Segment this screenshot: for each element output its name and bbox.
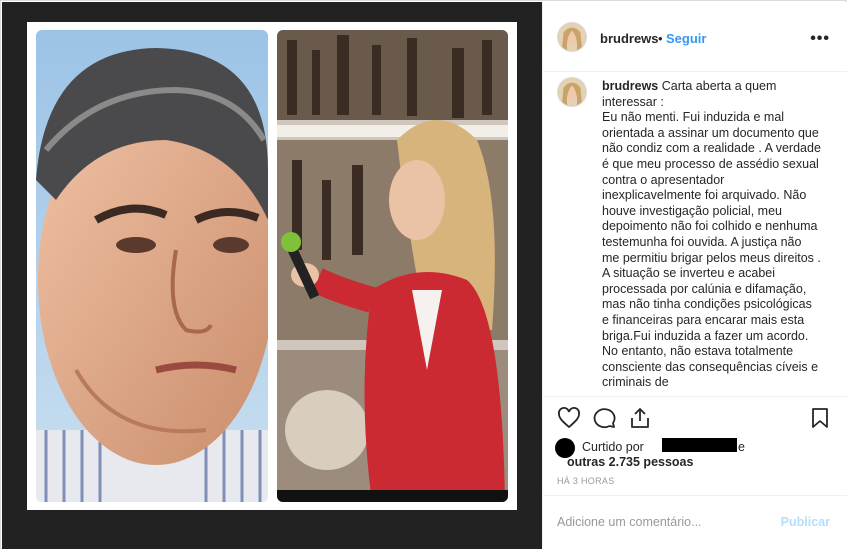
more-options-icon[interactable]: ••• (810, 30, 830, 48)
redacted-username (662, 438, 737, 452)
media-collage (27, 22, 517, 510)
caption-body: Eu não menti. Fui induzida e mal orienta… (602, 110, 821, 390)
liked-by-conjunction: e (738, 440, 745, 454)
photo-reporter (277, 30, 508, 502)
comment-box: Publicar (543, 495, 847, 549)
post-timestamp[interactable]: HÁ 3 HORAS (557, 476, 615, 486)
post-header: brudrews • Seguir ••• (543, 2, 847, 72)
photo-presenter (36, 30, 268, 502)
post-window: brudrews • Seguir ••• brudrews Carta abe… (0, 0, 847, 549)
comment-input[interactable] (557, 515, 757, 529)
post-media (2, 2, 542, 549)
liked-by-label: Curtido por (582, 440, 644, 454)
caption-area[interactable]: brudrews Carta aberta a quem interessar … (543, 73, 847, 390)
publish-button[interactable]: Publicar (781, 515, 830, 529)
bookmark-icon[interactable] (808, 406, 832, 430)
header-username[interactable]: brudrews (600, 31, 659, 46)
share-icon[interactable] (628, 406, 652, 430)
post-sidebar: brudrews • Seguir ••• brudrews Carta abe… (542, 2, 847, 549)
header-separator: • (658, 31, 663, 46)
caption-username[interactable]: brudrews (602, 79, 658, 93)
comment-icon[interactable] (593, 406, 617, 430)
action-bar (543, 396, 847, 436)
others-count-link[interactable]: outras 2.735 pessoas (567, 455, 693, 469)
avatar[interactable] (557, 77, 587, 107)
follow-button[interactable]: Seguir (666, 31, 706, 46)
likes-summary: Curtido por e outras 2.735 pessoas (555, 438, 845, 474)
avatar[interactable] (557, 22, 587, 52)
caption-text: brudrews Carta aberta a quem interessar … (602, 79, 822, 390)
heart-icon[interactable] (557, 406, 581, 430)
